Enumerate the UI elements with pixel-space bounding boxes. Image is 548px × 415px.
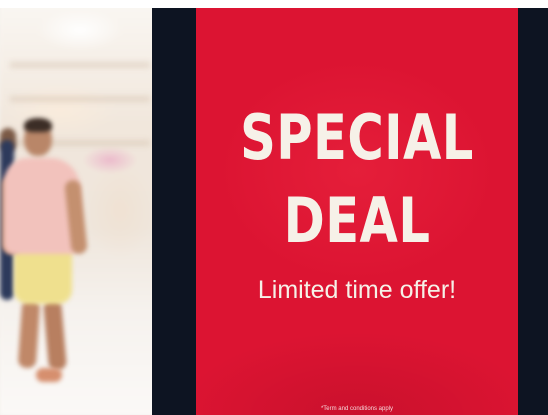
walking-man-shorts — [14, 248, 72, 304]
walking-man-shoe — [36, 368, 62, 382]
photo-scene: SPECIAL DEAL Limited time offer! *Term a… — [0, 0, 548, 415]
background-shelf-blur — [10, 96, 150, 102]
photo-top-border — [0, 0, 548, 8]
sign-headline-line1: SPECIAL — [240, 101, 474, 174]
sign-fineprint: *Term and conditions apply — [320, 406, 394, 412]
background-shelf-blur — [10, 62, 150, 68]
sign-headline-line2: DEAL — [283, 184, 431, 257]
sign-subline: Limited time offer! — [257, 276, 457, 304]
walking-man-hair — [24, 118, 52, 132]
special-deal-sign: SPECIAL DEAL Limited time offer! *Term a… — [196, 8, 518, 415]
sign-content: SPECIAL DEAL Limited time offer! *Term a… — [196, 8, 518, 415]
